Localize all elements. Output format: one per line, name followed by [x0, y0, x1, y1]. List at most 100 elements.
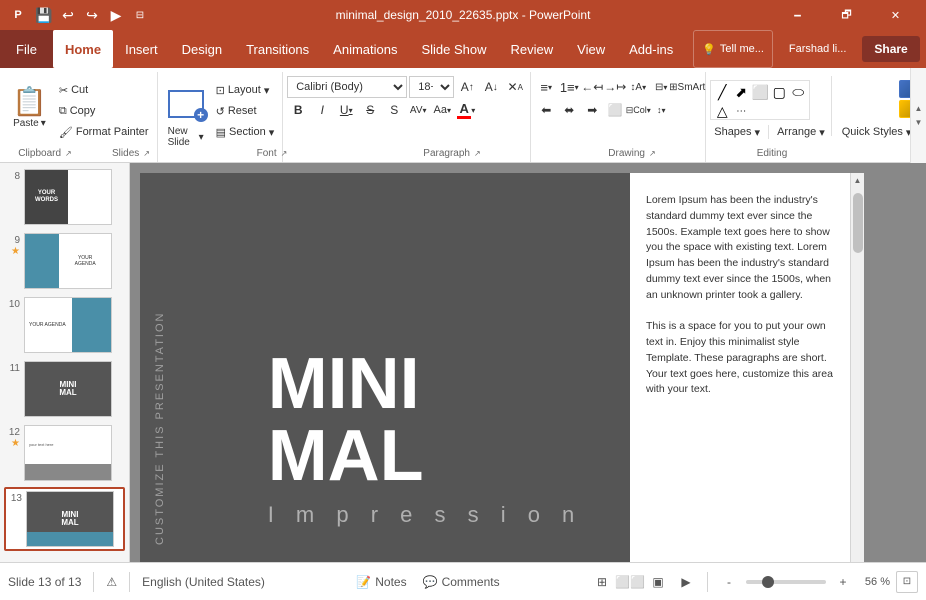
menu-animations[interactable]: Animations	[321, 30, 409, 68]
convert-smartart-button[interactable]: ⊞SmArt	[673, 76, 701, 98]
char-spacing-button[interactable]: AV▾	[407, 99, 429, 121]
slide-thumb-13[interactable]: 13 MINI MAL	[4, 487, 125, 551]
section-button[interactable]: ▤ Section ▾	[212, 122, 279, 142]
canvas-scroll-thumb[interactable]	[853, 193, 863, 253]
slide-thumb-12[interactable]: 12 ★ your text here	[4, 423, 125, 483]
menu-addins[interactable]: Add-ins	[617, 30, 685, 68]
font-expand-icon[interactable]: ↗	[281, 149, 288, 158]
menu-view[interactable]: View	[565, 30, 617, 68]
shape-rounded-item[interactable]: ▢	[770, 83, 788, 101]
shape-rect-item[interactable]: ⬜	[751, 83, 769, 101]
accessibility-button[interactable]: ⚠	[106, 575, 117, 589]
layout-button[interactable]: ⊡ Layout ▾	[212, 80, 279, 100]
menu-home[interactable]: Home	[53, 30, 113, 68]
shape-line-item[interactable]: ╱	[713, 83, 731, 101]
slide-thumb-11[interactable]: 11 MINI MAL	[4, 359, 125, 419]
undo-icon[interactable]: ↩	[58, 5, 78, 25]
bold-button[interactable]: B	[287, 99, 309, 121]
text-shadow-button[interactable]: S	[383, 99, 405, 121]
clear-format-button[interactable]: ✕A	[504, 76, 526, 98]
clipboard-expand-icon[interactable]: ↗	[65, 149, 72, 158]
slide-thumb-9[interactable]: 9 ★ YOURAGENDA	[4, 231, 125, 291]
share-button[interactable]: Share	[862, 36, 919, 62]
paste-button[interactable]: 📋 Paste ▾	[4, 76, 55, 138]
numbering-button[interactable]: 1≡ ▾	[558, 76, 580, 98]
reset-button[interactable]: ↺ Reset	[212, 101, 279, 121]
justify-button[interactable]: ⬜	[604, 99, 626, 121]
zoom-out-button[interactable]: -	[718, 571, 740, 593]
slides-expand-icon[interactable]: ↗	[143, 149, 150, 158]
format-painter-button[interactable]: 🖌 Format Painter	[55, 122, 153, 142]
menu-insert[interactable]: Insert	[113, 30, 170, 68]
align-left-button[interactable]: ⬅	[535, 99, 557, 121]
clipboard-label: Clipboard ↗	[0, 144, 90, 162]
arrange-button[interactable]: Arrange ▾	[773, 122, 829, 142]
cut-button[interactable]: ✂ Cut	[55, 80, 153, 100]
slide-subtitle: I m p r e s s i o n	[268, 502, 583, 528]
align-right-button[interactable]: ➡	[581, 99, 603, 121]
minimize-button[interactable]: 🗕	[775, 0, 820, 30]
notes-button[interactable]: 📝 Notes	[350, 573, 412, 591]
increase-indent-button[interactable]: →↦	[604, 76, 626, 98]
menu-transitions[interactable]: Transitions	[234, 30, 321, 68]
decrease-font-size-button[interactable]: A↓	[480, 76, 502, 98]
slide-num-11: 11	[6, 363, 20, 374]
comments-button[interactable]: 💬 Comments	[417, 573, 506, 591]
redo-icon[interactable]: ↪	[82, 5, 102, 25]
ribbon-scroll-up[interactable]: ▲	[912, 102, 926, 116]
slide-thumb-8[interactable]: 8 YOURWORDS	[4, 167, 125, 227]
underline-button[interactable]: U ▾	[335, 99, 357, 121]
bullets-button[interactable]: ≡ ▾	[535, 76, 557, 98]
copy-button[interactable]: ⧉ Copy	[55, 101, 153, 121]
menu-file[interactable]: File	[0, 30, 53, 68]
align-center-button[interactable]: ⬌	[558, 99, 580, 121]
slide-left-panel: CUSTOMIZE THIS PRESENTATION MINI MAL I m…	[140, 173, 630, 562]
menu-review[interactable]: Review	[499, 30, 566, 68]
quick-styles-button[interactable]: Quick Styles ▾	[838, 122, 916, 142]
font-row1: Calibri (Body) 18+ A↑ A↓ ✕A	[287, 76, 526, 98]
menu-design[interactable]: Design	[170, 30, 234, 68]
status-left: Slide 13 of 13 ⚠ English (United States)	[8, 572, 265, 592]
slide-thumb-10[interactable]: 10 YOUR AGENDA	[4, 295, 125, 355]
strikethrough-button[interactable]: S	[359, 99, 381, 121]
decrease-indent-button[interactable]: ←↤	[581, 76, 603, 98]
line-spacing-button[interactable]: ↕ ▾	[650, 99, 672, 121]
shape-arrow-item[interactable]: ⬈	[732, 83, 750, 101]
text-direction-button[interactable]: ↕A ▾	[627, 76, 649, 98]
shapes-button[interactable]: Shapes ▾	[710, 122, 764, 142]
font-name-select[interactable]: Calibri (Body)	[287, 76, 407, 98]
menu-user[interactable]: Farshad li...	[777, 30, 858, 68]
maximize-button[interactable]: 🗗	[824, 0, 869, 30]
menu-search[interactable]: 💡 Tell me...	[693, 30, 773, 68]
view-normal-button[interactable]: ⊞	[591, 571, 613, 593]
change-case-button[interactable]: Aa ▾	[431, 99, 453, 121]
close-button[interactable]: ✕	[873, 0, 918, 30]
view-slide-sorter-button[interactable]: ⬜⬜	[619, 571, 641, 593]
menu-slideshow[interactable]: Slide Show	[409, 30, 498, 68]
paragraph-expand-icon[interactable]: ↗	[474, 149, 481, 158]
font-color-button[interactable]: A ▾	[455, 99, 477, 121]
ribbon-scroll-down[interactable]: ▼	[912, 116, 926, 130]
view-reading-button[interactable]: ▣	[647, 571, 669, 593]
view-slideshow-button[interactable]: ▶	[675, 571, 697, 593]
shape-triangle-item[interactable]: △	[713, 102, 731, 120]
columns-button[interactable]: ⊟Col ▾	[627, 99, 649, 121]
customize-icon[interactable]: ⊟	[130, 5, 150, 25]
drawing-label: Drawing ↗	[532, 144, 732, 162]
slide-num-13: 13	[8, 493, 22, 504]
slide-panel[interactable]: 8 YOURWORDS 9 ★ YOUR	[0, 163, 130, 562]
shape-oval-item[interactable]: ⬭	[789, 83, 807, 101]
zoom-slider[interactable]	[746, 580, 826, 584]
canvas-scroll-up[interactable]: ▲	[851, 173, 865, 187]
ribbon-labels-row: Clipboard ↗ Slides ↗ Font ↗ Paragraph ↗ …	[0, 144, 910, 162]
italic-button[interactable]: I	[311, 99, 333, 121]
shape-more-item[interactable]: ⋯	[732, 102, 750, 120]
fit-slide-button[interactable]: ⊡	[896, 571, 918, 593]
presentation-icon[interactable]: ▶	[106, 5, 126, 25]
slide-canvas[interactable]: CUSTOMIZE THIS PRESENTATION MINI MAL I m…	[140, 173, 850, 562]
save-icon[interactable]: 💾	[34, 5, 54, 25]
font-size-select[interactable]: 18+	[409, 76, 454, 98]
increase-font-size-button[interactable]: A↑	[456, 76, 478, 98]
zoom-in-button[interactable]: +	[832, 571, 854, 593]
drawing-expand-icon[interactable]: ↗	[649, 149, 656, 158]
